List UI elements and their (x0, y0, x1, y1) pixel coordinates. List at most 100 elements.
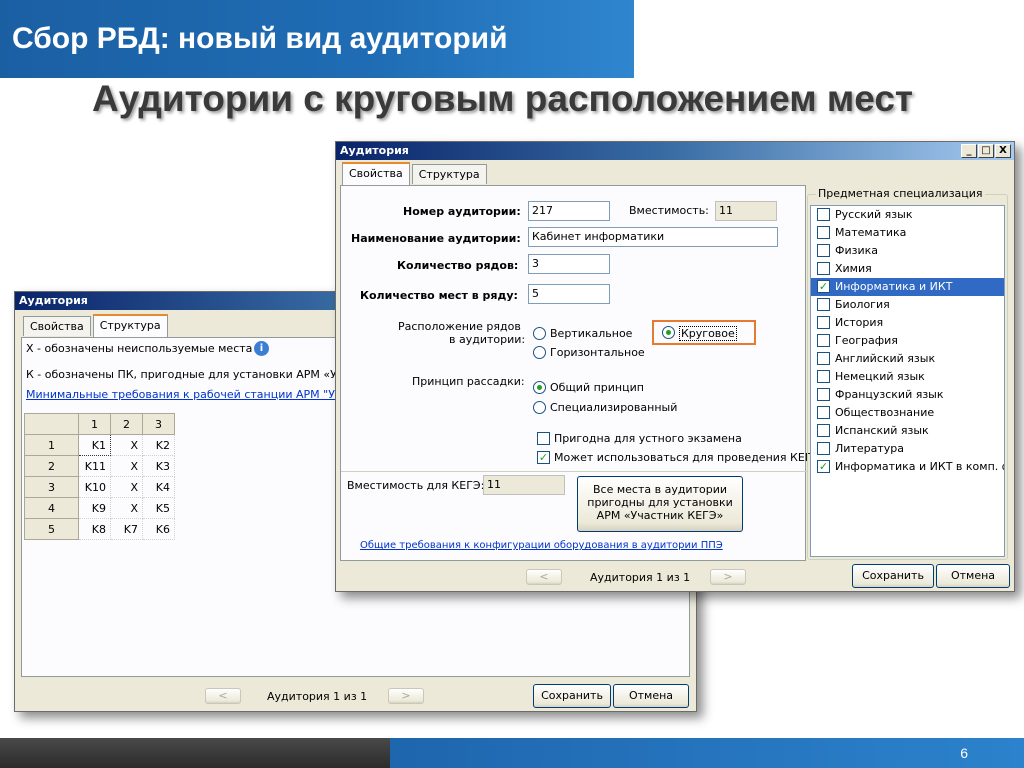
subject-checkbox[interactable] (817, 262, 830, 275)
seat-general-label[interactable]: Общий принцип (550, 381, 644, 394)
seat-special-label[interactable]: Специализированный (550, 401, 677, 414)
pk-note: К - обозначены ПК, пригодные для установ… (26, 368, 357, 381)
grid-cell[interactable]: K2 (142, 434, 175, 456)
subject-checkbox[interactable] (817, 406, 830, 419)
subject-checkbox[interactable] (817, 370, 830, 383)
grid-cell[interactable]: K8 (78, 518, 111, 540)
room-name-input[interactable]: Кабинет информатики (528, 227, 778, 247)
list-item[interactable]: Обществознание (811, 404, 1004, 422)
subject-checkbox[interactable] (817, 442, 830, 455)
list-item[interactable]: Немецкий язык (811, 368, 1004, 386)
subject-checkbox[interactable] (817, 388, 830, 401)
grid-cell[interactable]: K4 (142, 476, 175, 498)
ppe-requirements-link[interactable]: Общие требования к конфигурации оборудов… (360, 540, 723, 551)
oral-exam-label[interactable]: Пригодна для устного экзамена (554, 432, 742, 445)
save-button[interactable]: Сохранить (852, 564, 934, 588)
kege-checkbox[interactable]: ✓ (537, 451, 550, 464)
minimize-icon[interactable]: _ (961, 144, 977, 158)
list-item[interactable]: Физика (811, 242, 1004, 260)
grid-cell[interactable]: X (110, 476, 143, 498)
grid-cell[interactable]: X (110, 434, 143, 456)
rows-label: Количество рядов: (397, 259, 519, 272)
arr-circular-radio[interactable] (662, 326, 675, 339)
grid-cell[interactable]: K9 (78, 497, 111, 519)
spec-group: Предметная специализация Русский язык Ма… (807, 187, 1008, 560)
list-item[interactable]: История (811, 314, 1004, 332)
maximize-icon[interactable]: □ (978, 144, 994, 158)
list-item[interactable]: Испанский язык (811, 422, 1004, 440)
back-next-button[interactable]: > (388, 688, 424, 704)
grid-col-header[interactable]: 2 (110, 413, 143, 435)
grid-row-header[interactable]: 5 (24, 518, 79, 540)
subject-checkbox[interactable] (817, 316, 830, 329)
list-item[interactable]: Математика (811, 224, 1004, 242)
arrangement-label-2: в аудитории: (449, 333, 526, 346)
list-item[interactable]: Биология (811, 296, 1004, 314)
seats-input[interactable]: 5 (528, 284, 610, 304)
grid-cell[interactable]: X (110, 455, 143, 477)
subject-checkbox[interactable] (817, 298, 830, 311)
room-number-label: Номер аудитории: (403, 205, 521, 218)
subject-checkbox[interactable] (817, 208, 830, 221)
grid-row-header[interactable]: 4 (24, 497, 79, 519)
back-prev-button[interactable]: < (205, 688, 241, 704)
list-item[interactable]: Химия (811, 260, 1004, 278)
unused-seats-note: X - обозначены неиспользуемые места (26, 342, 253, 355)
list-item[interactable]: Литература (811, 440, 1004, 458)
list-item[interactable]: Русский язык (811, 206, 1004, 224)
subject-checkbox[interactable] (817, 244, 830, 257)
list-item-selected[interactable]: ✓ Информатика и ИКТ (811, 278, 1004, 296)
subject-checkbox[interactable] (817, 352, 830, 365)
arr-vertical-label[interactable]: Вертикальное (550, 327, 632, 340)
all-seats-button[interactable]: Все места в аудитории пригодны для устан… (577, 476, 743, 532)
grid-cell[interactable]: K3 (142, 455, 175, 477)
slide-footer-bar (0, 738, 390, 768)
grid-row-header[interactable]: 1 (24, 434, 79, 456)
back-save-button[interactable]: Сохранить (533, 684, 611, 708)
grid-cell[interactable]: X (110, 497, 143, 519)
front-tab-properties[interactable]: Свойства (342, 162, 410, 185)
info-icon: i (254, 341, 269, 356)
grid-cell[interactable]: K1 (78, 434, 111, 456)
grid-row-header[interactable]: 3 (24, 476, 79, 498)
seat-special-radio[interactable] (533, 401, 546, 414)
room-number-input[interactable]: 217 (528, 201, 610, 221)
back-tab-structure[interactable]: Структура (92, 314, 168, 337)
back-cancel-button[interactable]: Отмена (613, 684, 689, 708)
grid-col-header[interactable]: 3 (142, 413, 175, 435)
front-tab-structure[interactable]: Структура (411, 164, 487, 184)
close-icon[interactable]: X (995, 144, 1011, 158)
cancel-button[interactable]: Отмена (936, 564, 1010, 588)
front-prev-button[interactable]: < (526, 569, 562, 585)
grid-cell[interactable]: K6 (142, 518, 175, 540)
subject-checkbox[interactable] (817, 424, 830, 437)
min-requirements-link[interactable]: Минимальные требования к рабочей станции… (26, 388, 354, 401)
subject-checkbox[interactable] (817, 334, 830, 347)
grid-row-header[interactable]: 2 (24, 455, 79, 477)
subject-checkbox[interactable] (817, 226, 830, 239)
arr-circular-label[interactable]: Круговое (679, 326, 737, 341)
oral-exam-checkbox[interactable] (537, 432, 550, 445)
kege-label[interactable]: Может использоваться для проведения КЕГЭ (554, 451, 819, 464)
back-tab-properties[interactable]: Свойства (23, 316, 91, 336)
subject-checkbox[interactable]: ✓ (817, 280, 830, 293)
front-next-button[interactable]: > (710, 569, 746, 585)
arrangement-label-1: Расположение рядов (398, 320, 521, 333)
front-nav-text: Аудитория 1 из 1 (590, 571, 691, 584)
arr-vertical-radio[interactable] (533, 327, 546, 340)
list-item[interactable]: Французский язык (811, 386, 1004, 404)
grid-cell[interactable]: K7 (110, 518, 143, 540)
grid-cell[interactable]: K11 (78, 455, 111, 477)
grid-cell[interactable]: K10 (78, 476, 111, 498)
arr-horizontal-radio[interactable] (533, 346, 546, 359)
subject-checkbox[interactable]: ✓ (817, 460, 830, 473)
grid-col-header[interactable]: 1 (78, 413, 111, 435)
grid-cell[interactable]: K5 (142, 497, 175, 519)
front-window-title-text: Аудитория (340, 144, 409, 157)
rows-input[interactable]: 3 (528, 254, 610, 274)
seat-general-radio[interactable] (533, 381, 546, 394)
list-item[interactable]: ✓ Информатика и ИКТ в комп. фо (811, 458, 1004, 476)
list-item[interactable]: География (811, 332, 1004, 350)
arr-horizontal-label[interactable]: Горизонтальное (550, 346, 645, 359)
list-item[interactable]: Английский язык (811, 350, 1004, 368)
